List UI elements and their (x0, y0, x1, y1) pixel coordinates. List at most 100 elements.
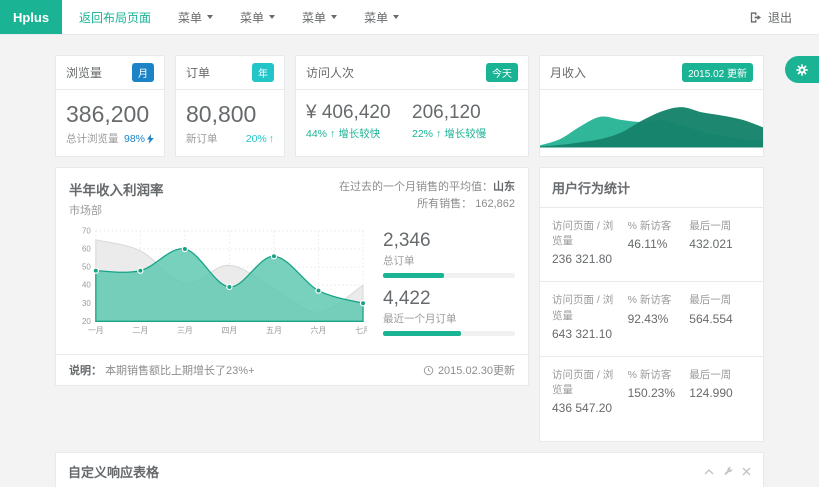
panel-subtitle: 市场部 (69, 202, 164, 218)
visits-left-value: ¥ 406,420 (306, 102, 412, 124)
metric-label: 访问页面 / 浏览量 (552, 293, 622, 323)
visits-left-trend: 增长较快 (338, 126, 380, 141)
avg-label: 在过去的一个月销售的平均值： (339, 181, 493, 193)
svg-text:60: 60 (82, 245, 91, 254)
chevron-up-icon (704, 468, 714, 476)
period-badge: 今天 (486, 63, 518, 82)
svg-text:70: 70 (82, 226, 91, 235)
orders-sub-label: 新订单 (186, 131, 218, 146)
metric-label: % 新访客 (628, 368, 684, 383)
monthly-income-area-chart (540, 90, 763, 148)
back-to-layout-link[interactable]: 返回布局页面 (79, 9, 151, 26)
user-behavior-panel: 用户行为统计 访问页面 / 浏览量236 321.80 % 新访客46.11% … (539, 167, 764, 442)
metric-value: 643 321.10 (552, 327, 622, 341)
metric-value: 124.990 (689, 386, 745, 400)
panel-title: 半年收入利润率 (69, 179, 164, 199)
middle-row: 半年收入利润率 市场部 在过去的一个月销售的平均值：山东 所有销售： 162,8… (55, 167, 764, 442)
metric-value: 564.554 (689, 312, 745, 326)
visits-right-value: 206,120 (412, 102, 518, 124)
collapse-button[interactable] (704, 468, 714, 476)
logout-button[interactable]: 退出 (749, 0, 819, 34)
app-logo[interactable]: Hplus (0, 0, 62, 34)
panel-header: 自定义响应表格 (56, 453, 763, 487)
sales-value: 162,862 (475, 198, 515, 210)
custom-table-panel: 自定义响应表格 天 周 月 搜索 (55, 452, 764, 487)
visits-right-col: 206,120 22%↑增长较慢 (412, 98, 518, 141)
page-content: 浏览量 月 386,200 总计浏览量 98% 订单 年 80,800 新订单 (0, 35, 819, 487)
card-monthly-income: 月收入 2015.02 更新 (539, 55, 764, 157)
metric-value: 46.11% (628, 237, 684, 251)
revenue-chart-panel: 半年收入利润率 市场部 在过去的一个月销售的平均值：山东 所有销售： 162,8… (55, 167, 529, 386)
card-title: 访问人次 (306, 64, 354, 81)
gear-icon (795, 63, 809, 77)
note-label: 说明： (69, 365, 102, 377)
metric-label: 最后一周 (689, 368, 745, 383)
card-body: 386,200 总计浏览量 98% (56, 90, 164, 156)
card-body: ¥ 406,420 44%↑增长较快 206,120 22%↑增长较慢 (296, 90, 528, 151)
svg-text:20: 20 (82, 317, 91, 326)
menu-dropdown-4[interactable]: 菜单 (364, 9, 399, 26)
panel-title: 用户行为统计 (540, 168, 763, 208)
panel-header: 半年收入利润率 市场部 在过去的一个月销售的平均值：山东 所有销售： 162,8… (56, 168, 528, 220)
top-navbar: Hplus 返回布局页面 菜单 菜单 菜单 菜单 退出 (0, 0, 819, 35)
caret-down-icon (331, 15, 337, 19)
metric-label: 访问页面 / 浏览量 (552, 219, 622, 249)
stat-cards-row: 浏览量 月 386,200 总计浏览量 98% 订单 年 80,800 新订单 (55, 55, 764, 157)
visits-right-trend: 增长较慢 (444, 126, 486, 141)
metric-label: % 新访客 (628, 219, 684, 234)
views-pct: 98% (124, 133, 145, 145)
metric-label: 最后一周 (689, 293, 745, 308)
metric-value: 436 547.20 (552, 401, 622, 415)
svg-text:二月: 二月 (132, 326, 148, 335)
card-header: 访问人次 今天 (296, 56, 528, 90)
close-button[interactable] (742, 467, 751, 476)
note-text: 本期销售额比上期增长了23%+ (105, 365, 254, 377)
sign-out-icon (749, 11, 762, 24)
metric-value: 150.23% (628, 386, 684, 400)
menu-label: 菜单 (178, 9, 202, 26)
sales-label: 所有销售： (417, 198, 472, 210)
update-badge: 2015.02 更新 (682, 63, 753, 82)
updated-text: 2015.02.30更新 (438, 362, 515, 378)
svg-text:七月: 七月 (355, 326, 367, 335)
arrow-up-icon: ↑ (330, 128, 335, 140)
period-badge: 月 (132, 63, 154, 82)
half-year-revenue-chart: 203040506070一月二月三月四月五月六月七月 (69, 224, 367, 340)
svg-text:一月: 一月 (88, 326, 104, 335)
logout-label: 退出 (768, 9, 792, 26)
bolt-icon (147, 134, 154, 144)
total-orders-label: 总订单 (383, 253, 515, 268)
progress-fill (383, 331, 461, 336)
visits-left-col: ¥ 406,420 44%↑增长较快 (306, 98, 412, 141)
order-stats: 2,346 总订单 4,422 最近一个月订单 (367, 224, 515, 346)
caret-down-icon (393, 15, 399, 19)
progress-fill (383, 273, 444, 278)
svg-text:50: 50 (82, 263, 91, 272)
config-button[interactable] (723, 467, 733, 477)
month-orders-label: 最近一个月订单 (383, 311, 515, 326)
metric-label: 访问页面 / 浏览量 (552, 368, 622, 398)
orders-pct: 20% (246, 133, 267, 145)
metric-label: 最后一周 (689, 219, 745, 234)
card-header: 月收入 2015.02 更新 (540, 56, 763, 90)
caret-down-icon (269, 15, 275, 19)
menu-dropdown-3[interactable]: 菜单 (302, 9, 337, 26)
menu-dropdown-2[interactable]: 菜单 (240, 9, 275, 26)
menu-label: 菜单 (302, 9, 326, 26)
card-header: 订单 年 (176, 56, 284, 90)
menu-dropdown-1[interactable]: 菜单 (178, 9, 213, 26)
total-orders-value: 2,346 (383, 230, 515, 252)
theme-settings-button[interactable] (785, 56, 819, 83)
panel-footer: 说明： 本期销售额比上期增长了23%+ 2015.02.30更新 (56, 354, 528, 385)
card-title: 月收入 (550, 64, 586, 81)
menu-label: 菜单 (364, 9, 388, 26)
visits-right-pct: 22% (412, 128, 433, 140)
metric-value: 92.43% (628, 312, 684, 326)
table-row-section: 自定义响应表格 天 周 月 搜索 (55, 452, 764, 487)
svg-text:六月: 六月 (311, 325, 327, 335)
svg-text:四月: 四月 (221, 326, 237, 335)
chart-area: 203040506070一月二月三月四月五月六月七月 (69, 224, 367, 346)
metric-label: % 新访客 (628, 293, 684, 308)
behavior-row: 访问页面 / 浏览量 643 321.10 % 新访客 92.43% 最后一周 564… (540, 282, 763, 356)
metric-value: 236 321.80 (552, 252, 622, 266)
